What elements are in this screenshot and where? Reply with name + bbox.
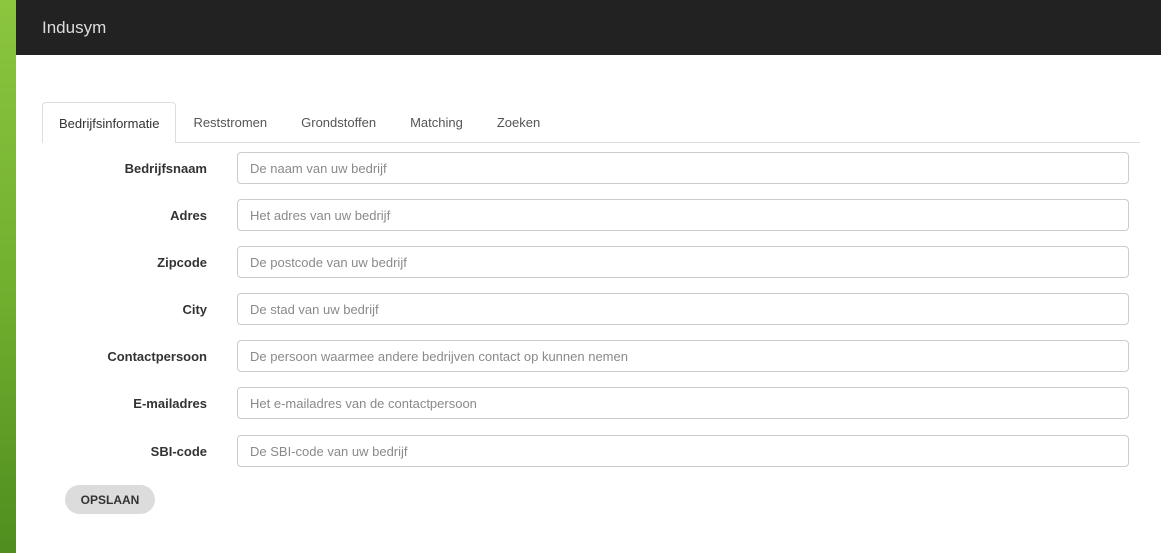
tab-grondstoffen[interactable]: Grondstoffen — [284, 102, 393, 142]
tab-matching[interactable]: Matching — [393, 102, 480, 142]
form-row-emailadres: E-mailadres — [16, 387, 1161, 421]
app-window: Indusym Bedrijfsinformatie Reststromen G… — [16, 0, 1161, 553]
adres-field[interactable] — [237, 199, 1129, 231]
form-row-contactpersoon: Contactpersoon — [16, 340, 1161, 374]
contactpersoon-label: Contactpersoon — [107, 349, 207, 364]
top-navbar: Indusym — [16, 0, 1161, 55]
adres-label: Adres — [170, 208, 207, 223]
tab-reststromen[interactable]: Reststromen — [176, 102, 284, 142]
tab-bar: Bedrijfsinformatie Reststromen Grondstof… — [42, 102, 1140, 143]
emailadres-label: E-mailadres — [133, 396, 207, 411]
form-row-adres: Adres — [16, 199, 1161, 233]
zipcode-label: Zipcode — [157, 255, 207, 270]
form-row-zipcode: Zipcode — [16, 246, 1161, 280]
form-row-sbi-code: SBI-code — [16, 435, 1161, 469]
tab-bedrijfsinformatie[interactable]: Bedrijfsinformatie — [42, 102, 177, 143]
sbi-code-label: SBI-code — [150, 444, 207, 459]
tab-zoeken[interactable]: Zoeken — [480, 102, 557, 142]
form-row-city: City — [16, 293, 1161, 327]
sbi-code-field[interactable] — [237, 435, 1129, 467]
brand-link[interactable]: Indusym — [42, 18, 106, 38]
form-row-bedrijfsnaam: Bedrijfsnaam — [16, 152, 1161, 186]
city-field[interactable] — [237, 293, 1129, 325]
zipcode-field[interactable] — [237, 246, 1129, 278]
city-label: City — [182, 302, 207, 317]
contactpersoon-field[interactable] — [237, 340, 1129, 372]
save-button[interactable]: OPSLAAN — [65, 485, 155, 514]
bedrijfsnaam-label: Bedrijfsnaam — [124, 161, 207, 176]
bedrijfsnaam-field[interactable] — [237, 152, 1129, 184]
emailadres-field[interactable] — [237, 387, 1129, 419]
